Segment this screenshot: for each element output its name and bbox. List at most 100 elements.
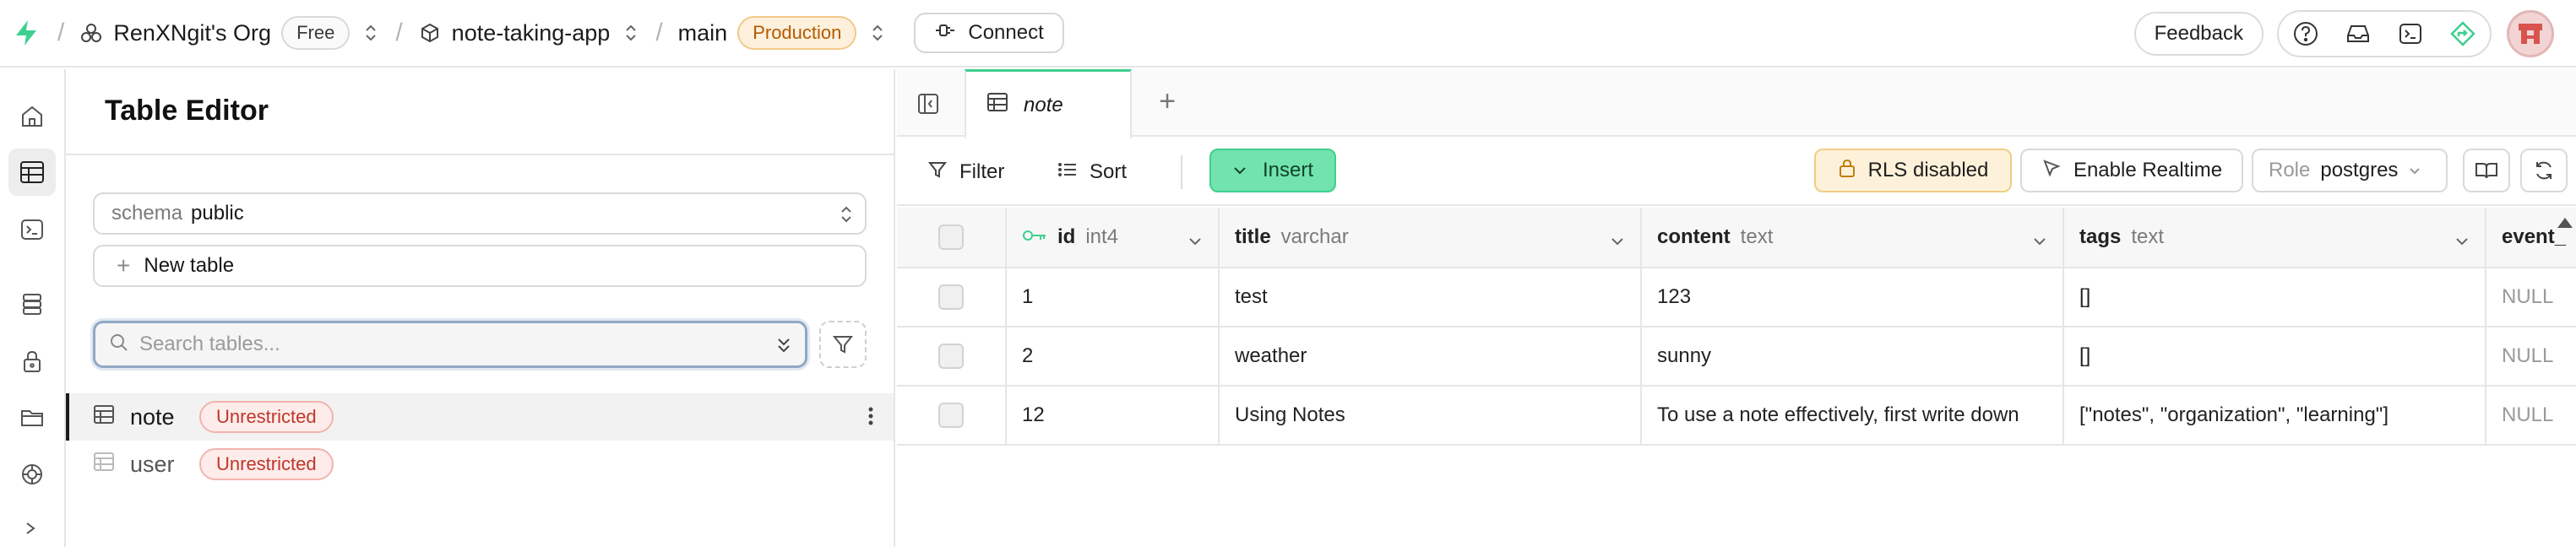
database-icon[interactable]	[8, 280, 56, 327]
realtime-icon[interactable]	[8, 451, 56, 498]
sql-editor-icon[interactable]	[8, 206, 56, 253]
table-list-item-note[interactable]: note Unrestricted	[66, 393, 894, 441]
row-checkbox[interactable]	[938, 284, 964, 310]
add-tab-plus-icon[interactable]: +	[1150, 84, 1184, 118]
column-header-event[interactable]: event_	[2486, 208, 2576, 267]
enable-realtime-button[interactable]: Enable Realtime	[2020, 149, 2243, 192]
project-switcher-chevrons-icon[interactable]	[622, 21, 640, 45]
rls-disabled-button[interactable]: RLS disabled	[1814, 149, 2012, 192]
terminal-icon[interactable]	[2394, 17, 2427, 51]
tab-note[interactable]: note	[965, 69, 1132, 138]
insert-button[interactable]: Insert	[1209, 149, 1336, 192]
cell-title[interactable]: test	[1220, 268, 1642, 326]
breadcrumb-project[interactable]: note-taking-app	[418, 20, 611, 46]
cell-id[interactable]: 2	[1007, 327, 1220, 385]
branch-switcher-chevrons-icon[interactable]	[868, 21, 887, 45]
sort-label: Sort	[1090, 160, 1128, 183]
storage-folder-icon[interactable]	[8, 393, 56, 441]
chevron-down-icon	[1232, 159, 1247, 182]
column-name: event_	[2502, 225, 2567, 248]
cell-event[interactable]: NULL	[2486, 387, 2576, 444]
column-header-tags[interactable]: tags text	[2064, 208, 2486, 267]
top-right-actions: Feedback	[2133, 0, 2576, 68]
supabase-logo-icon[interactable]	[10, 16, 42, 50]
auth-lock-icon[interactable]	[8, 338, 56, 385]
column-header-title[interactable]: title varchar	[1220, 208, 1642, 267]
sort-button[interactable]: Sort	[1057, 155, 1127, 189]
chevron-down-icon[interactable]	[2032, 230, 2047, 253]
expand-rail-icon[interactable]	[8, 505, 56, 552]
column-header-id[interactable]: id int4	[1007, 208, 1220, 267]
feedback-button[interactable]: Feedback	[2133, 12, 2264, 56]
cell-title[interactable]: weather	[1220, 327, 1642, 385]
insert-label: Insert	[1262, 159, 1314, 181]
filter-button[interactable]: Filter	[927, 155, 1004, 189]
row-select-cell	[897, 387, 1007, 444]
advisor-icon[interactable]	[2446, 17, 2480, 51]
table-row[interactable]: 1 test 123 [] NULL	[897, 268, 2576, 327]
home-icon[interactable]	[8, 93, 56, 140]
data-grid: id int4 title varchar content text tags …	[897, 208, 2576, 547]
collapse-chevrons-icon[interactable]	[774, 335, 793, 360]
search-tables-input[interactable]	[139, 333, 764, 356]
connect-button[interactable]: Connect	[914, 13, 1064, 53]
column-type: text	[1740, 225, 1774, 248]
refresh-icon[interactable]	[2520, 149, 2568, 192]
table-editor-icon[interactable]	[8, 149, 56, 196]
table-name: user	[130, 451, 175, 477]
chevrons-up-down-icon	[840, 204, 853, 230]
cell-event[interactable]: NULL	[2486, 327, 2576, 385]
chevron-down-icon	[2408, 159, 2421, 182]
schema-selector[interactable]: schema public	[93, 192, 867, 235]
cell-content[interactable]: 123	[1642, 268, 2064, 326]
chevron-down-icon[interactable]	[1610, 230, 1625, 253]
project-name[interactable]: note-taking-app	[452, 20, 611, 46]
org-name[interactable]: RenXNgit's Org	[113, 20, 271, 46]
org-switcher-chevrons-icon[interactable]	[361, 21, 380, 45]
cell-content[interactable]: To use a note effectively, first write d…	[1642, 387, 2064, 444]
cell-content[interactable]: sunny	[1642, 327, 2064, 385]
top-bar: / RenXNgit's Org Free / note-taking-app …	[0, 0, 2576, 68]
breadcrumb-org[interactable]: RenXNgit's Org Free	[79, 16, 351, 50]
chevron-down-icon[interactable]	[2454, 230, 2470, 253]
column-header-content[interactable]: content text	[1642, 208, 2064, 267]
inbox-icon[interactable]	[2341, 17, 2375, 51]
cube-icon	[418, 21, 442, 45]
cell-tags[interactable]: ["notes", "organization", "learning"]	[2064, 387, 2486, 444]
lock-icon	[1838, 158, 1856, 184]
filter-tables-button[interactable]	[819, 321, 867, 368]
more-options-icon[interactable]	[867, 403, 875, 435]
cell-tags[interactable]: []	[2064, 268, 2486, 326]
cell-tags[interactable]: []	[2064, 327, 2486, 385]
help-icon[interactable]	[2289, 17, 2323, 51]
unrestricted-badge: Unrestricted	[199, 401, 334, 433]
row-select-cell	[897, 327, 1007, 385]
row-checkbox[interactable]	[938, 344, 964, 369]
left-rail	[0, 69, 66, 547]
cell-event[interactable]: NULL	[2486, 268, 2576, 326]
role-selector[interactable]: Role postgres	[2252, 149, 2448, 192]
new-table-button[interactable]: + New table	[93, 245, 867, 287]
table-list-item-user[interactable]: user Unrestricted	[66, 441, 894, 488]
cell-id[interactable]: 1	[1007, 268, 1220, 326]
breadcrumb-branch[interactable]: main Production	[678, 16, 857, 50]
user-avatar[interactable]	[2507, 10, 2554, 57]
cell-id[interactable]: 12	[1007, 387, 1220, 444]
chevron-down-icon[interactable]	[1187, 230, 1203, 253]
column-type: text	[2131, 225, 2165, 248]
table-row[interactable]: 2 weather sunny [] NULL	[897, 327, 2576, 387]
search-tables-box[interactable]	[93, 321, 807, 368]
branch-name[interactable]: main	[678, 20, 728, 46]
row-checkbox[interactable]	[938, 403, 964, 428]
table-editor-sidebar: Table Editor schema public + New table n…	[66, 69, 895, 547]
docs-book-button[interactable]	[2463, 149, 2510, 192]
breadcrumb-separator: /	[395, 19, 403, 46]
cell-title[interactable]: Using Notes	[1220, 387, 1642, 444]
collapse-sidebar-icon[interactable]	[914, 89, 943, 118]
column-name: tags	[2079, 225, 2122, 248]
select-all-checkbox[interactable]	[938, 225, 964, 250]
sidebar-divider	[66, 154, 894, 155]
scroll-up-arrow-icon[interactable]	[2557, 218, 2573, 228]
table-row[interactable]: 12 Using Notes To use a note effectively…	[897, 387, 2576, 446]
unrestricted-badge: Unrestricted	[199, 448, 334, 480]
